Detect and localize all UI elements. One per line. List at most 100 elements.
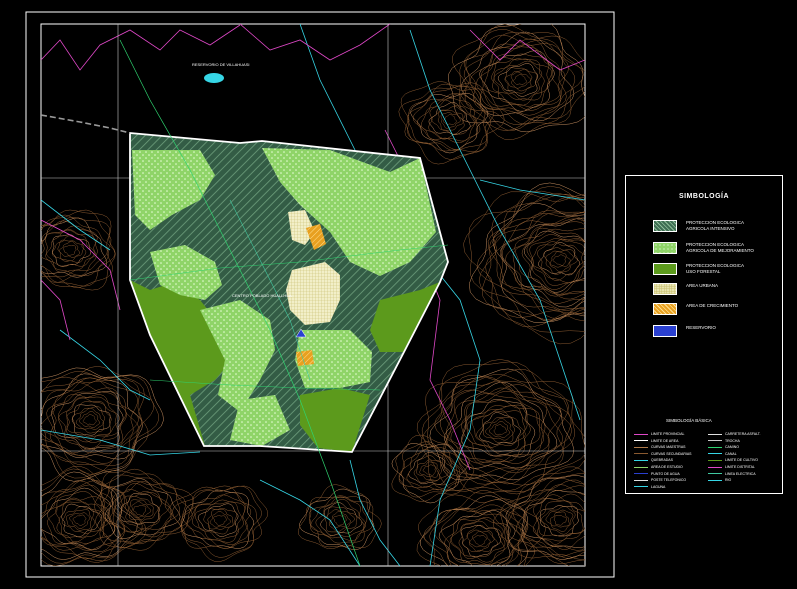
contour-line [469, 182, 585, 324]
contour-line [472, 410, 526, 453]
contour-line [504, 67, 538, 94]
contour-line [186, 494, 248, 545]
zone-expansion-2 [296, 350, 314, 366]
cartographic-symbol: LIMITE DISTRITAL [708, 464, 761, 471]
symbol-line [634, 466, 648, 468]
contour-line [213, 515, 227, 526]
contour-line [41, 376, 154, 475]
contour-line [78, 411, 100, 428]
contour-line [476, 196, 585, 322]
contour-line [297, 484, 382, 549]
symbol-label: LIMITE DE CULTIVO [725, 458, 758, 463]
symbol-line [634, 459, 648, 461]
cartographic-symbol: CURVAS MAESTRAS [634, 444, 692, 451]
cartographic-symbols-right: CARRETERA ASFALT. TROCHA CAMINO CANAL LIMITE… [708, 431, 761, 484]
boundary-line [41, 279, 71, 341]
contour-line [492, 466, 585, 566]
contour-line [472, 535, 487, 546]
symbol-line [708, 473, 722, 475]
legend-swatch [653, 263, 677, 275]
contour-line [133, 504, 147, 516]
contour-line [469, 531, 491, 548]
legend-label: AREA DE CRECIMIENTO [686, 303, 739, 308]
cartographic-symbol: PUNTO DE AGUA [634, 471, 692, 478]
contour-line [398, 444, 460, 492]
label-reservoir: RESERVORIO DE VILLAHUASI [192, 62, 250, 67]
symbol-label: POSTE TELEFONICO [651, 478, 687, 483]
contour-line [545, 509, 574, 532]
legend-swatch [653, 220, 677, 232]
legend-label: PROTECCION ECOLOGICA AGRICOLA DE MEJORAM… [686, 242, 754, 253]
contour-line [82, 414, 97, 426]
contour-line [41, 209, 116, 291]
legend-label: PROTECCION ECOLOGICA AGRICOLA INTENSIVO [686, 220, 745, 231]
contour-line [545, 249, 574, 272]
symbol-label: QUEBRADAS [651, 458, 673, 463]
contour-line [209, 511, 231, 528]
contour-line [194, 501, 242, 540]
contour-line [522, 493, 585, 550]
contour-line [521, 227, 585, 295]
cartographic-symbol: CARRETERA ASFALT. [708, 431, 761, 438]
legend-swatch [653, 325, 677, 337]
symbol-line [708, 440, 722, 442]
cartographic-symbol: POSTE TELEFONICO [634, 477, 692, 484]
contour-line [418, 494, 546, 566]
contour-line [553, 514, 567, 526]
symbol-line [634, 440, 648, 442]
label-center: CENTRO POBLADO HUALLHUA [232, 293, 292, 298]
symbol-label: PUNTO DE AGUA [651, 471, 680, 476]
contour-line [537, 500, 584, 537]
river-line [349, 459, 401, 566]
symbol-line [708, 479, 722, 481]
symbol-label: CURVAS SECUNDARIAS [651, 451, 692, 456]
symbol-label: LIMITE DISTRITAL [725, 464, 755, 469]
contour-line [41, 487, 116, 550]
cartographic-symbol: LIMITE PROVINCIAL [634, 431, 692, 438]
legend-swatch [653, 242, 677, 254]
symbol-line [708, 459, 722, 461]
contour-line [460, 524, 501, 558]
legend-swatch [653, 303, 677, 315]
contour-line [552, 254, 566, 266]
contour-line [459, 393, 546, 463]
legend-label: PROTECCION ECOLOGICA USO FORESTAL [686, 263, 745, 274]
cartographic-symbol: LINEA ELECTRICA [708, 471, 761, 478]
legend-label: AREA URBANA [686, 283, 719, 288]
cartographic-symbol: RIO [708, 477, 761, 484]
river-line [479, 179, 585, 201]
legend-label: RESERVORIO [686, 325, 716, 330]
contour-line [130, 501, 152, 519]
contour-line [41, 217, 110, 287]
legend-swatch [653, 283, 677, 295]
symbol-line [708, 446, 722, 448]
symbol-label: CAMINO [725, 445, 739, 450]
contour-line [57, 239, 85, 262]
symbol-line [634, 453, 648, 455]
contour-line [489, 421, 510, 438]
cartographic-legend-title: SIMBOLOGÍA BÁSICA [666, 418, 712, 423]
symbol-line [708, 433, 722, 435]
symbol-label: CURVAS MAESTRAS [651, 445, 686, 450]
symbol-line [634, 479, 648, 481]
contour-line [41, 217, 108, 278]
cartographic-symbol: LIMITE DE CULTIVO [708, 457, 761, 464]
cartographic-symbol: LIMITE DE AREA [634, 438, 692, 445]
reservoir-lake [204, 73, 224, 83]
cartographic-symbol: LAGUNA [634, 484, 692, 491]
contour-line [512, 221, 585, 295]
symbol-line [708, 466, 722, 468]
cartographic-symbol: CANAL [708, 451, 761, 458]
symbol-label: TROCHA [725, 438, 740, 443]
symbol-label: LINEA ELECTRICA [725, 471, 756, 476]
contour-line [466, 405, 528, 455]
contour-line [529, 238, 585, 286]
contour-line [63, 245, 77, 256]
symbol-line [634, 446, 648, 448]
contour-line [538, 242, 581, 276]
cartographic-symbol: CURVAS SECUNDARIAS [634, 451, 692, 458]
contour-line [463, 40, 569, 125]
contour-line [197, 503, 239, 537]
symbol-line [634, 486, 648, 488]
contour-line [203, 508, 238, 535]
